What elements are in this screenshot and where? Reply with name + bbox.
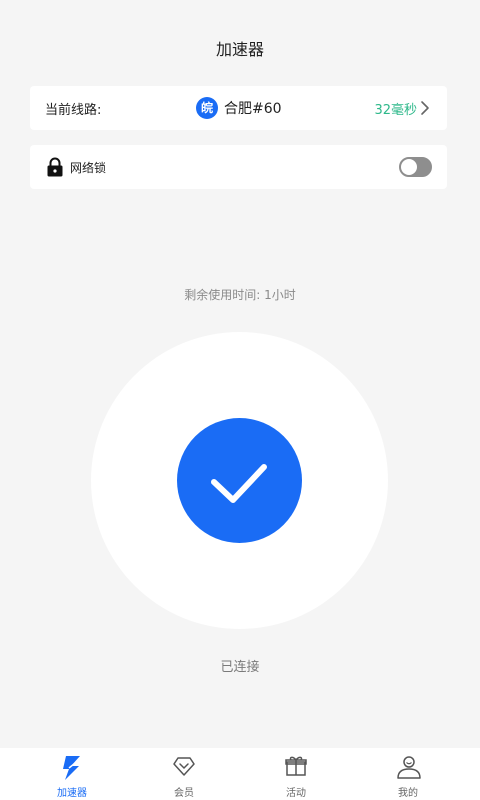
lock-icon (47, 157, 63, 177)
route-name: 合肥#60 (224, 101, 282, 117)
connect-button[interactable] (177, 418, 302, 543)
gift-icon (285, 756, 307, 776)
route-label: 当前线路: (45, 103, 102, 118)
chevron-right-icon (421, 101, 429, 115)
latency-value: 32毫秒 (374, 103, 417, 118)
network-lock-label: 网络锁 (70, 161, 107, 175)
tab-activities[interactable]: 活动 (240, 748, 352, 800)
tab-membership[interactable]: 会员 (128, 748, 240, 800)
tab-profile[interactable]: 我的 (352, 748, 464, 800)
lightning-icon (63, 756, 80, 780)
remaining-time: 剩余使用时间: 1小时 (184, 288, 296, 302)
checkmark-icon (211, 464, 267, 503)
tab-label: 会员 (174, 788, 194, 799)
tab-accelerator[interactable]: 加速器 (16, 748, 128, 800)
tab-label: 活动 (286, 788, 306, 799)
toggle-knob (401, 159, 417, 175)
user-icon (397, 756, 421, 779)
route-selector[interactable]: 当前线路: 皖 合肥#60 32毫秒 (30, 86, 447, 130)
connection-status: 已连接 (220, 660, 260, 675)
network-lock-row: 网络锁 (30, 145, 447, 189)
region-badge: 皖 (196, 97, 218, 119)
diamond-icon (173, 757, 195, 776)
network-lock-toggle[interactable] (399, 157, 432, 177)
tab-label: 加速器 (57, 788, 87, 799)
page-title: 加速器 (215, 40, 264, 59)
bottom-tab-bar: 加速器 会员 活动 我的 (0, 748, 480, 800)
tab-label: 我的 (398, 788, 418, 799)
